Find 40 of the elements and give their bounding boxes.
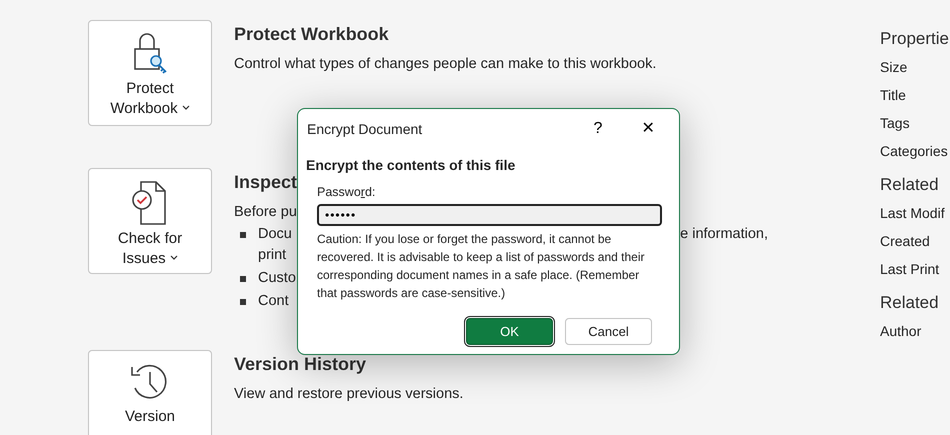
bullet-text: print: [258, 246, 286, 265]
property-label: Tags: [880, 114, 911, 133]
bullet-text: e information,: [680, 225, 768, 244]
dialog-title: Encrypt Document: [307, 120, 424, 139]
properties-heading: Propertie: [880, 28, 949, 50]
bullet-text: Cont: [258, 292, 289, 311]
bullet-text: Custo: [258, 269, 296, 288]
bullet-text: Docu: [258, 225, 292, 244]
dialog-heading: Encrypt the contents of this file: [306, 156, 516, 175]
password-field[interactable]: ••••••: [317, 204, 662, 226]
bullet-icon: [240, 232, 246, 238]
section-title: Protect Workbook: [234, 23, 389, 46]
property-label: Categories: [880, 142, 949, 161]
property-label: Created: [880, 232, 931, 251]
tile-button[interactable]: Protect Workbook: [88, 20, 212, 126]
properties-heading: Related: [880, 292, 940, 314]
bullet-icon: [240, 299, 246, 305]
clock-history-icon: [131, 364, 166, 398]
cancel-button[interactable]: Cancel: [565, 318, 652, 345]
section-title: Version History: [234, 353, 366, 376]
document-check-icon: [132, 181, 166, 225]
caution-text: Caution: If you lose or forget the password, it cannot be recovered. It is advisable to keep a list of passwords and their corresponding document names in a safe place. (Remember that passwords are case-sensitive.): [317, 231, 646, 302]
ok-button[interactable]: OK: [466, 318, 553, 345]
close-button[interactable]: ✕: [633, 117, 663, 141]
lock-key-icon: [134, 33, 167, 74]
properties-heading: Related: [880, 174, 940, 196]
property-label: Last Print: [880, 260, 940, 279]
section-description: Before pu: [234, 204, 297, 220]
section-description: Control what types of changes people can make to this workbook.: [234, 56, 656, 72]
password-label: Password:: [317, 185, 376, 199]
property-label: Last Modif: [880, 204, 946, 223]
property-label: Size: [880, 58, 908, 77]
tile-button[interactable]: Check for Issues: [88, 168, 212, 274]
help-button[interactable]: ?: [583, 117, 613, 141]
tile-button[interactable]: Version: [88, 350, 212, 435]
section-title: Inspect: [234, 171, 298, 194]
property-label: Author: [880, 322, 922, 341]
bullet-icon: [240, 276, 246, 282]
property-label: Title: [880, 86, 907, 105]
section-description: View and restore previous versions.: [234, 386, 464, 402]
